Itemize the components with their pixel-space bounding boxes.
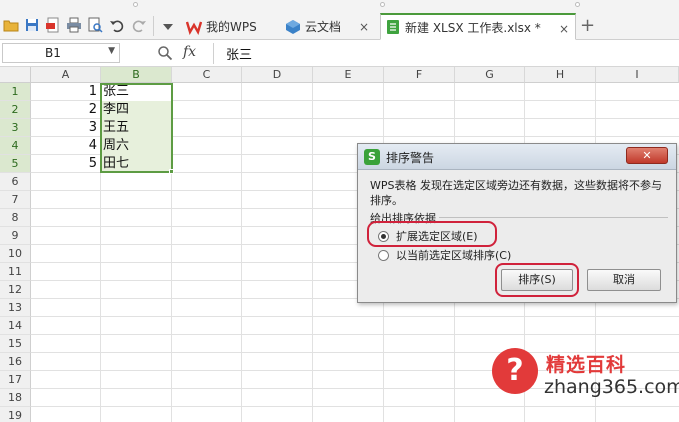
tab-label: 新建 XLSX 工作表.xlsx *	[405, 20, 541, 35]
cell-a3[interactable]: 3	[31, 119, 100, 137]
highlight-annotation	[495, 263, 579, 297]
customize-toolbar-chevron-icon[interactable]	[160, 19, 176, 35]
new-tab-button[interactable]: +	[580, 15, 598, 37]
tab-my-wps[interactable]: 我的WPS	[182, 13, 280, 40]
open-folder-icon[interactable]	[3, 17, 19, 33]
watermark-title: 精选百科	[546, 354, 627, 376]
row-header-13[interactable]: 13	[0, 299, 31, 317]
row-header-14[interactable]: 14	[0, 317, 31, 335]
print-icon[interactable]	[66, 17, 82, 33]
undo-icon[interactable]	[109, 17, 125, 33]
tab-close-icon[interactable]: ×	[359, 20, 369, 34]
magnifier-icon[interactable]	[157, 45, 173, 61]
highlight-annotation	[367, 221, 497, 247]
row-header-16[interactable]: 16	[0, 353, 31, 371]
name-box[interactable]: B1 ▼	[2, 43, 120, 63]
row-header-9[interactable]: 9	[0, 227, 31, 245]
window-dot-icon	[133, 2, 138, 7]
column-header-i[interactable]: I	[596, 67, 679, 83]
tab-label: 云文档	[305, 20, 342, 34]
row-header-3[interactable]: 3	[0, 119, 31, 137]
formula-separator	[213, 43, 214, 64]
column-header-f[interactable]: F	[384, 67, 455, 83]
row-header-8[interactable]: 8	[0, 209, 31, 227]
fill-handle[interactable]	[169, 169, 174, 174]
tab-label: 我的WPS	[206, 20, 257, 34]
row-header-4[interactable]: 4	[0, 137, 31, 155]
column-header-d[interactable]: D	[242, 67, 313, 83]
row-header-18[interactable]: 18	[0, 389, 31, 407]
redo-icon[interactable]	[131, 17, 147, 33]
column-header-a[interactable]: A	[31, 67, 101, 83]
dialog-titlebar[interactable]: S 排序警告 ✕	[358, 144, 676, 170]
tab-close-icon[interactable]: ×	[559, 22, 569, 36]
group-divider	[438, 217, 668, 218]
sort-warning-dialog: S 排序警告 ✕ WPS表格 发现在选定区域旁边还有数据，这些数据将不参与排序。…	[357, 143, 677, 303]
tab-cloud-docs[interactable]: 云文档 ×	[283, 13, 375, 40]
dialog-message: WPS表格 发现在选定区域旁边还有数据，这些数据将不参与排序。	[370, 179, 662, 207]
row-gridline	[31, 406, 679, 407]
watermark-site: zhang365.com	[544, 376, 679, 398]
selection-border	[100, 83, 173, 173]
column-header-e[interactable]: E	[313, 67, 384, 83]
column-gridline	[241, 83, 242, 422]
save-icon[interactable]	[24, 17, 40, 33]
column-header-g[interactable]: G	[455, 67, 525, 83]
row-header-2[interactable]: 2	[0, 101, 31, 119]
formula-input[interactable]: 张三	[226, 44, 252, 63]
column-header-h[interactable]: H	[525, 67, 596, 83]
row-header-12[interactable]: 12	[0, 281, 31, 299]
row-header-17[interactable]: 17	[0, 371, 31, 389]
watermark: ? 精选百科 zhang365.com	[488, 344, 679, 402]
cell-a1[interactable]: 1	[31, 83, 100, 101]
column-header-b[interactable]: B	[101, 67, 172, 83]
formula-bar: B1 ▼ fx 张三	[0, 40, 679, 67]
cell-a2[interactable]: 2	[31, 101, 100, 119]
toolbar-separator	[153, 16, 154, 36]
row-header-7[interactable]: 7	[0, 191, 31, 209]
cell-a4[interactable]: 4	[31, 137, 100, 155]
wps-logo-icon	[186, 21, 202, 35]
column-gridline	[312, 83, 313, 422]
print-preview-icon[interactable]	[87, 17, 103, 33]
row-header-10[interactable]: 10	[0, 245, 31, 263]
option-current-label: 以当前选定区域排序(C)	[396, 249, 512, 262]
wps-sheet-logo-icon: S	[364, 149, 380, 165]
window-dot-icon	[575, 2, 580, 7]
cloud-box-icon	[286, 19, 300, 34]
spreadsheet-file-icon	[387, 20, 399, 34]
dialog-close-button[interactable]: ✕	[626, 147, 668, 164]
row-header-19[interactable]: 19	[0, 407, 31, 422]
radio-unchecked-icon[interactable]	[378, 249, 389, 261]
name-box-value: B1	[45, 46, 61, 60]
row-header-6[interactable]: 6	[0, 173, 31, 191]
question-badge-icon: ?	[492, 348, 538, 394]
cancel-button[interactable]: 取消	[587, 269, 661, 291]
fx-icon[interactable]: fx	[183, 44, 196, 60]
option-current-selection[interactable]: 以当前选定区域排序(C)	[378, 247, 511, 263]
column-header-c[interactable]: C	[172, 67, 242, 83]
window-dot-icon	[380, 2, 385, 7]
export-pdf-icon[interactable]	[45, 17, 61, 33]
tab-workbook[interactable]: 新建 XLSX 工作表.xlsx * ×	[380, 13, 576, 40]
dialog-title: 排序警告	[386, 151, 435, 165]
chevron-down-icon[interactable]: ▼	[108, 46, 115, 56]
row-header-5[interactable]: 5	[0, 155, 31, 173]
row-gridline	[31, 334, 679, 335]
row-header-11[interactable]: 11	[0, 263, 31, 281]
row-header-1[interactable]: 1	[0, 83, 31, 101]
select-all-corner[interactable]	[0, 67, 31, 83]
title-tab-bar: 我的WPS 云文档 × 新建 XLSX 工作表.xlsx * × +	[0, 0, 679, 40]
row-gridline	[31, 316, 679, 317]
cell-a5[interactable]: 5	[31, 155, 100, 173]
row-header-15[interactable]: 15	[0, 335, 31, 353]
